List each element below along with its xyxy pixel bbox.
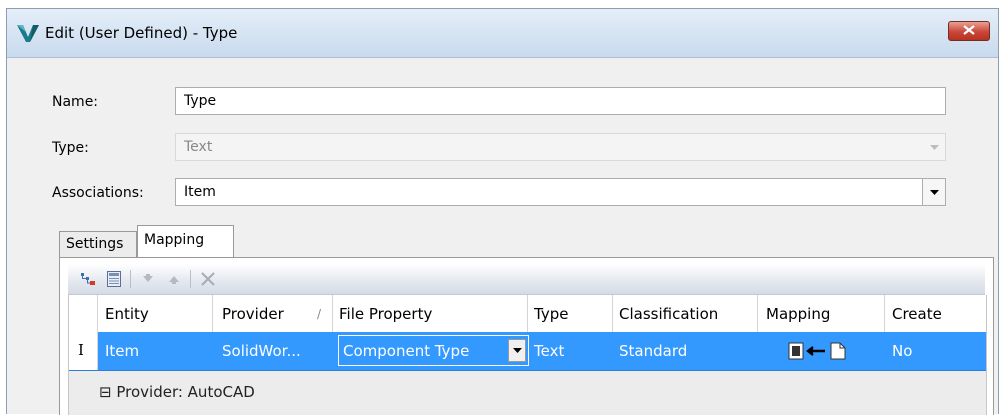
properties-icon[interactable] [104,269,124,289]
window-title: Edit (User Defined) - Type [45,24,238,42]
close-button[interactable] [948,21,990,41]
mapping-grid: Entity Provider / File Property Type Cla… [68,295,987,415]
title-bar[interactable]: Edit (User Defined) - Type [7,9,998,58]
toolbar-separator [130,270,131,288]
file-property-value: Component Type [343,342,470,360]
column-header-type[interactable]: Type [534,305,568,323]
column-divider [212,295,213,332]
associations-value: Item [184,184,216,200]
column-divider [612,295,613,332]
tab-settings[interactable]: Settings [59,231,137,257]
name-field[interactable]: Type [175,87,946,115]
table-row[interactable]: I Item SolidWor... Component Type Text S… [69,332,986,371]
collapse-toggle-icon[interactable]: ⊟ [99,383,112,401]
delete-icon[interactable] [198,269,218,289]
cell-provider[interactable]: SolidWor... [222,342,301,360]
type-dropdown[interactable]: Text [175,133,946,161]
chevron-down-icon[interactable] [922,179,945,205]
cell-create[interactable]: No [892,342,912,360]
group-label: Provider: AutoCAD [116,383,255,401]
move-down-icon[interactable] [138,269,158,289]
column-divider [884,295,885,332]
edit-dialog: Edit (User Defined) - Type Name: Type Ty… [6,8,999,415]
dialog-content: Name: Type Type: Text Associations: Item… [7,58,998,415]
column-header-create[interactable]: Create [892,305,942,323]
toolbar-separator [190,270,191,288]
group-row-provider-autocad[interactable]: ⊟ Provider: AutoCAD [69,371,986,415]
mapping-panel: Entity Provider / File Property Type Cla… [59,257,994,415]
tab-mapping[interactable]: Mapping [137,225,234,257]
cell-classification[interactable]: Standard [619,342,687,360]
associations-dropdown[interactable]: Item [175,178,946,206]
chevron-down-icon[interactable] [508,339,526,362]
column-header-classification[interactable]: Classification [619,305,718,323]
file-to-property-mapping-icon[interactable] [787,341,847,365]
column-header-entity[interactable]: Entity [105,305,149,323]
associations-label: Associations: [52,185,144,201]
chevron-down-icon [923,134,945,160]
column-divider [757,295,758,332]
move-up-icon[interactable] [164,269,184,289]
column-header-provider[interactable]: Provider [222,305,284,323]
close-icon [963,23,975,39]
vault-logo-icon [17,23,39,43]
column-divider [97,295,98,332]
type-label: Type: [52,140,89,156]
column-divider [527,295,528,332]
row-edit-cursor: I [78,341,84,359]
name-label: Name: [52,94,99,110]
type-value: Text [184,139,213,155]
cell-entity[interactable]: Item [105,342,139,360]
column-divider [332,295,333,332]
row-header[interactable]: I [69,332,98,370]
column-header-file-property[interactable]: File Property [339,305,432,323]
name-value: Type [184,93,217,109]
file-property-dropdown[interactable]: Component Type [338,335,529,366]
sort-indicator: / [317,307,322,321]
group-header-text: ⊟ Provider: AutoCAD [99,383,255,401]
column-header-mapping[interactable]: Mapping [766,305,830,323]
map-hierarchy-icon[interactable] [78,269,98,289]
cell-type[interactable]: Text [534,342,564,360]
mapping-toolbar [68,264,985,295]
